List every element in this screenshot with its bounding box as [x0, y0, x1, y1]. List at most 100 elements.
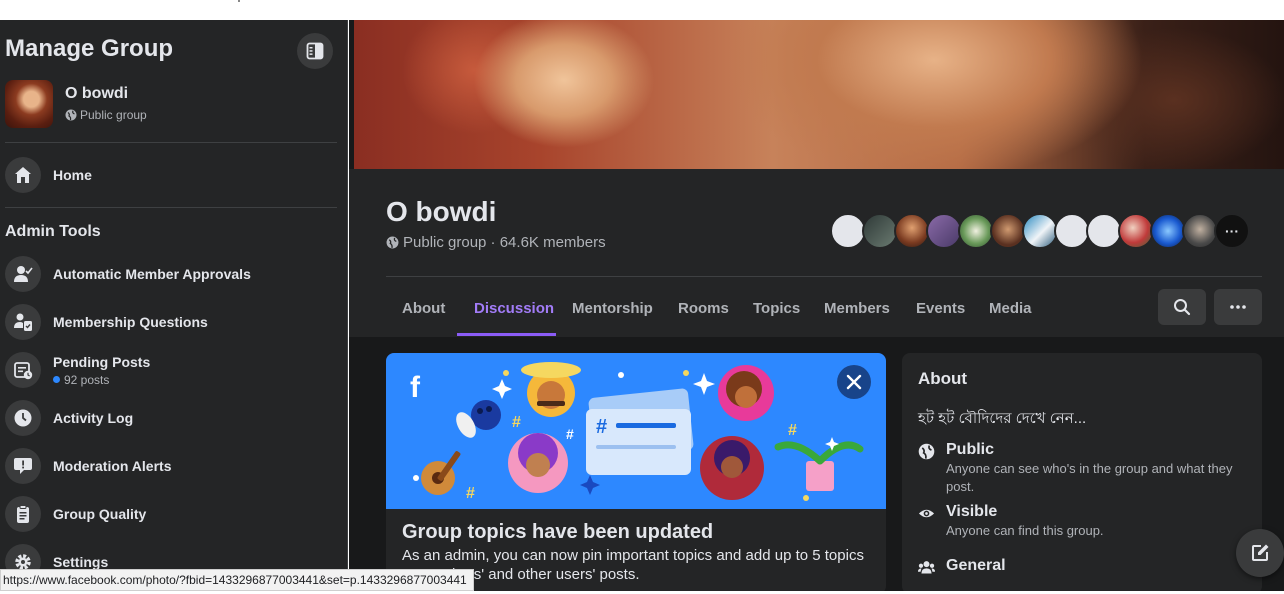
sidebar-title: Manage Group [5, 35, 174, 62]
sidebar-item-membership-questions[interactable]: Membership Questions [5, 300, 335, 344]
alert-bubble-icon [5, 448, 41, 484]
avatar[interactable] [1150, 213, 1186, 249]
person-check-icon [5, 256, 41, 292]
sidebar-item-moderation-alerts[interactable]: Moderation Alerts [5, 444, 335, 488]
more-icon [1230, 305, 1246, 309]
tab-rooms[interactable]: Rooms [678, 300, 729, 317]
pending-posts-count-label: 92 posts [64, 372, 110, 387]
about-item-title: Visible [946, 503, 998, 520]
tab-topics[interactable]: Topics [753, 300, 800, 317]
svg-text:#: # [466, 485, 475, 502]
sidebar-item-activity-log[interactable]: Activity Log [5, 396, 335, 440]
active-tab-indicator [457, 333, 556, 336]
avatar[interactable] [1118, 213, 1154, 249]
home-icon [5, 157, 41, 193]
divider [5, 207, 337, 208]
people-icon [918, 557, 946, 581]
about-item-title: Public [946, 441, 995, 458]
sidebar-item-label: Activity Log [53, 410, 134, 426]
about-heading: About [918, 369, 968, 388]
topics-update-banner: f # # # # # Group topics have been updat… [386, 353, 886, 594]
tab-members[interactable]: Members [824, 300, 890, 317]
sidebar-item-label: Settings [53, 554, 109, 570]
status-dot [53, 376, 60, 383]
tab-mentorship[interactable]: Mentorship [572, 300, 653, 317]
tab-events[interactable]: Events [916, 300, 965, 317]
sidebar-item-label: Group Quality [53, 506, 147, 522]
avatar[interactable] [1054, 213, 1090, 249]
close-icon [846, 374, 862, 390]
group-header: O bowdi Public group · 64.6K members ···… [349, 169, 1284, 337]
avatar[interactable] [958, 213, 994, 249]
avatar[interactable] [894, 213, 930, 249]
group-main: O bowdi Public group · 64.6K members ···… [349, 20, 1284, 594]
more-members-avatar[interactable]: ··· [1214, 213, 1250, 249]
new-message-button[interactable] [1236, 529, 1284, 577]
sidebar-group-row[interactable]: O bowdi Public group [5, 80, 335, 130]
divider [386, 276, 1262, 277]
tab-discussion[interactable]: Discussion [474, 300, 554, 317]
globe-icon [65, 109, 77, 121]
about-item-general: General [918, 557, 1248, 581]
tab-about[interactable]: About [402, 300, 445, 317]
eye-icon [918, 503, 946, 540]
about-item-visible: Visible Anyone can find this group. [918, 503, 1248, 540]
cover-photo[interactable] [354, 20, 1284, 169]
sidebar-item-label: Automatic Member Approvals [53, 266, 251, 282]
group-meta-text[interactable]: Public group · 64.6K members [403, 234, 606, 251]
svg-text:#: # [512, 414, 521, 431]
sidebar-item-label: Pending Posts [53, 353, 151, 370]
pending-posts-count: 92 posts [53, 373, 150, 387]
tab-media[interactable]: Media [989, 300, 1032, 317]
search-button[interactable] [1158, 289, 1206, 325]
svg-text:#: # [596, 416, 607, 438]
divider [5, 142, 337, 143]
link-status-bar: https://www.facebook.com/photo/?fbid=143… [0, 569, 474, 591]
compose-icon [1252, 544, 1269, 561]
avatar[interactable] [830, 213, 866, 249]
more-options-button[interactable] [1214, 289, 1262, 325]
sidebar-toggle-icon [306, 42, 324, 60]
sidebar-item-label: Moderation Alerts [53, 458, 172, 474]
about-item-title: General [946, 557, 1006, 574]
about-card: About হট হট বৌদিদের দেখে নেন... Public A… [902, 353, 1262, 594]
group-title[interactable]: O bowdi [386, 196, 496, 228]
sidebar-item-label: Membership Questions [53, 314, 208, 330]
group-thumbnail[interactable] [5, 80, 53, 128]
avatar[interactable] [990, 213, 1026, 249]
clock-icon [5, 400, 41, 436]
facebook-logo-icon: f [410, 371, 421, 404]
sidebar-group-privacy-label: Public group [80, 108, 147, 122]
avatar[interactable] [1182, 213, 1218, 249]
group-meta: Public group · 64.6K members [386, 234, 606, 251]
admin-tools-heading: Admin Tools [5, 223, 101, 240]
banner-title: Group topics have been updated [402, 521, 714, 543]
sidebar-group-privacy: Public group [65, 108, 147, 122]
sidebar-item-pending-posts[interactable]: Pending Posts 92 posts [5, 348, 335, 392]
avatar[interactable] [862, 213, 898, 249]
person-clipboard-icon [5, 304, 41, 340]
search-icon [1174, 299, 1191, 316]
sidebar-item-automatic-member-approvals[interactable]: Automatic Member Approvals [5, 252, 335, 296]
manage-group-sidebar: Manage Group O bowdi Public group Home A… [0, 20, 348, 594]
banner-illustration: f # # # # # [386, 353, 886, 509]
svg-text:#: # [788, 422, 797, 439]
avatar[interactable] [926, 213, 962, 249]
sidebar-group-name[interactable]: O bowdi [65, 85, 128, 103]
pending-posts-icon [5, 352, 41, 388]
svg-text:#: # [566, 426, 574, 442]
about-item-desc: Anyone can find this group. [946, 523, 1104, 538]
sidebar-item-group-quality[interactable]: Group Quality [5, 492, 335, 536]
avatar[interactable] [1022, 213, 1058, 249]
member-avatars[interactable]: ··· [830, 213, 1250, 249]
about-description: হট হট বৌদিদের দেখে নেন... [918, 410, 1087, 427]
globe-icon [386, 236, 399, 249]
about-item-public: Public Anyone can see who's in the group… [918, 441, 1248, 496]
collapse-sidebar-button[interactable] [297, 33, 333, 69]
close-banner-button[interactable] [837, 365, 871, 399]
sidebar-item-home-label: Home [53, 167, 92, 183]
sidebar-item-home[interactable]: Home [5, 153, 335, 197]
clipboard-icon [5, 496, 41, 532]
about-item-desc: Anyone can see who's in the group and wh… [946, 461, 1233, 494]
avatar[interactable] [1086, 213, 1122, 249]
